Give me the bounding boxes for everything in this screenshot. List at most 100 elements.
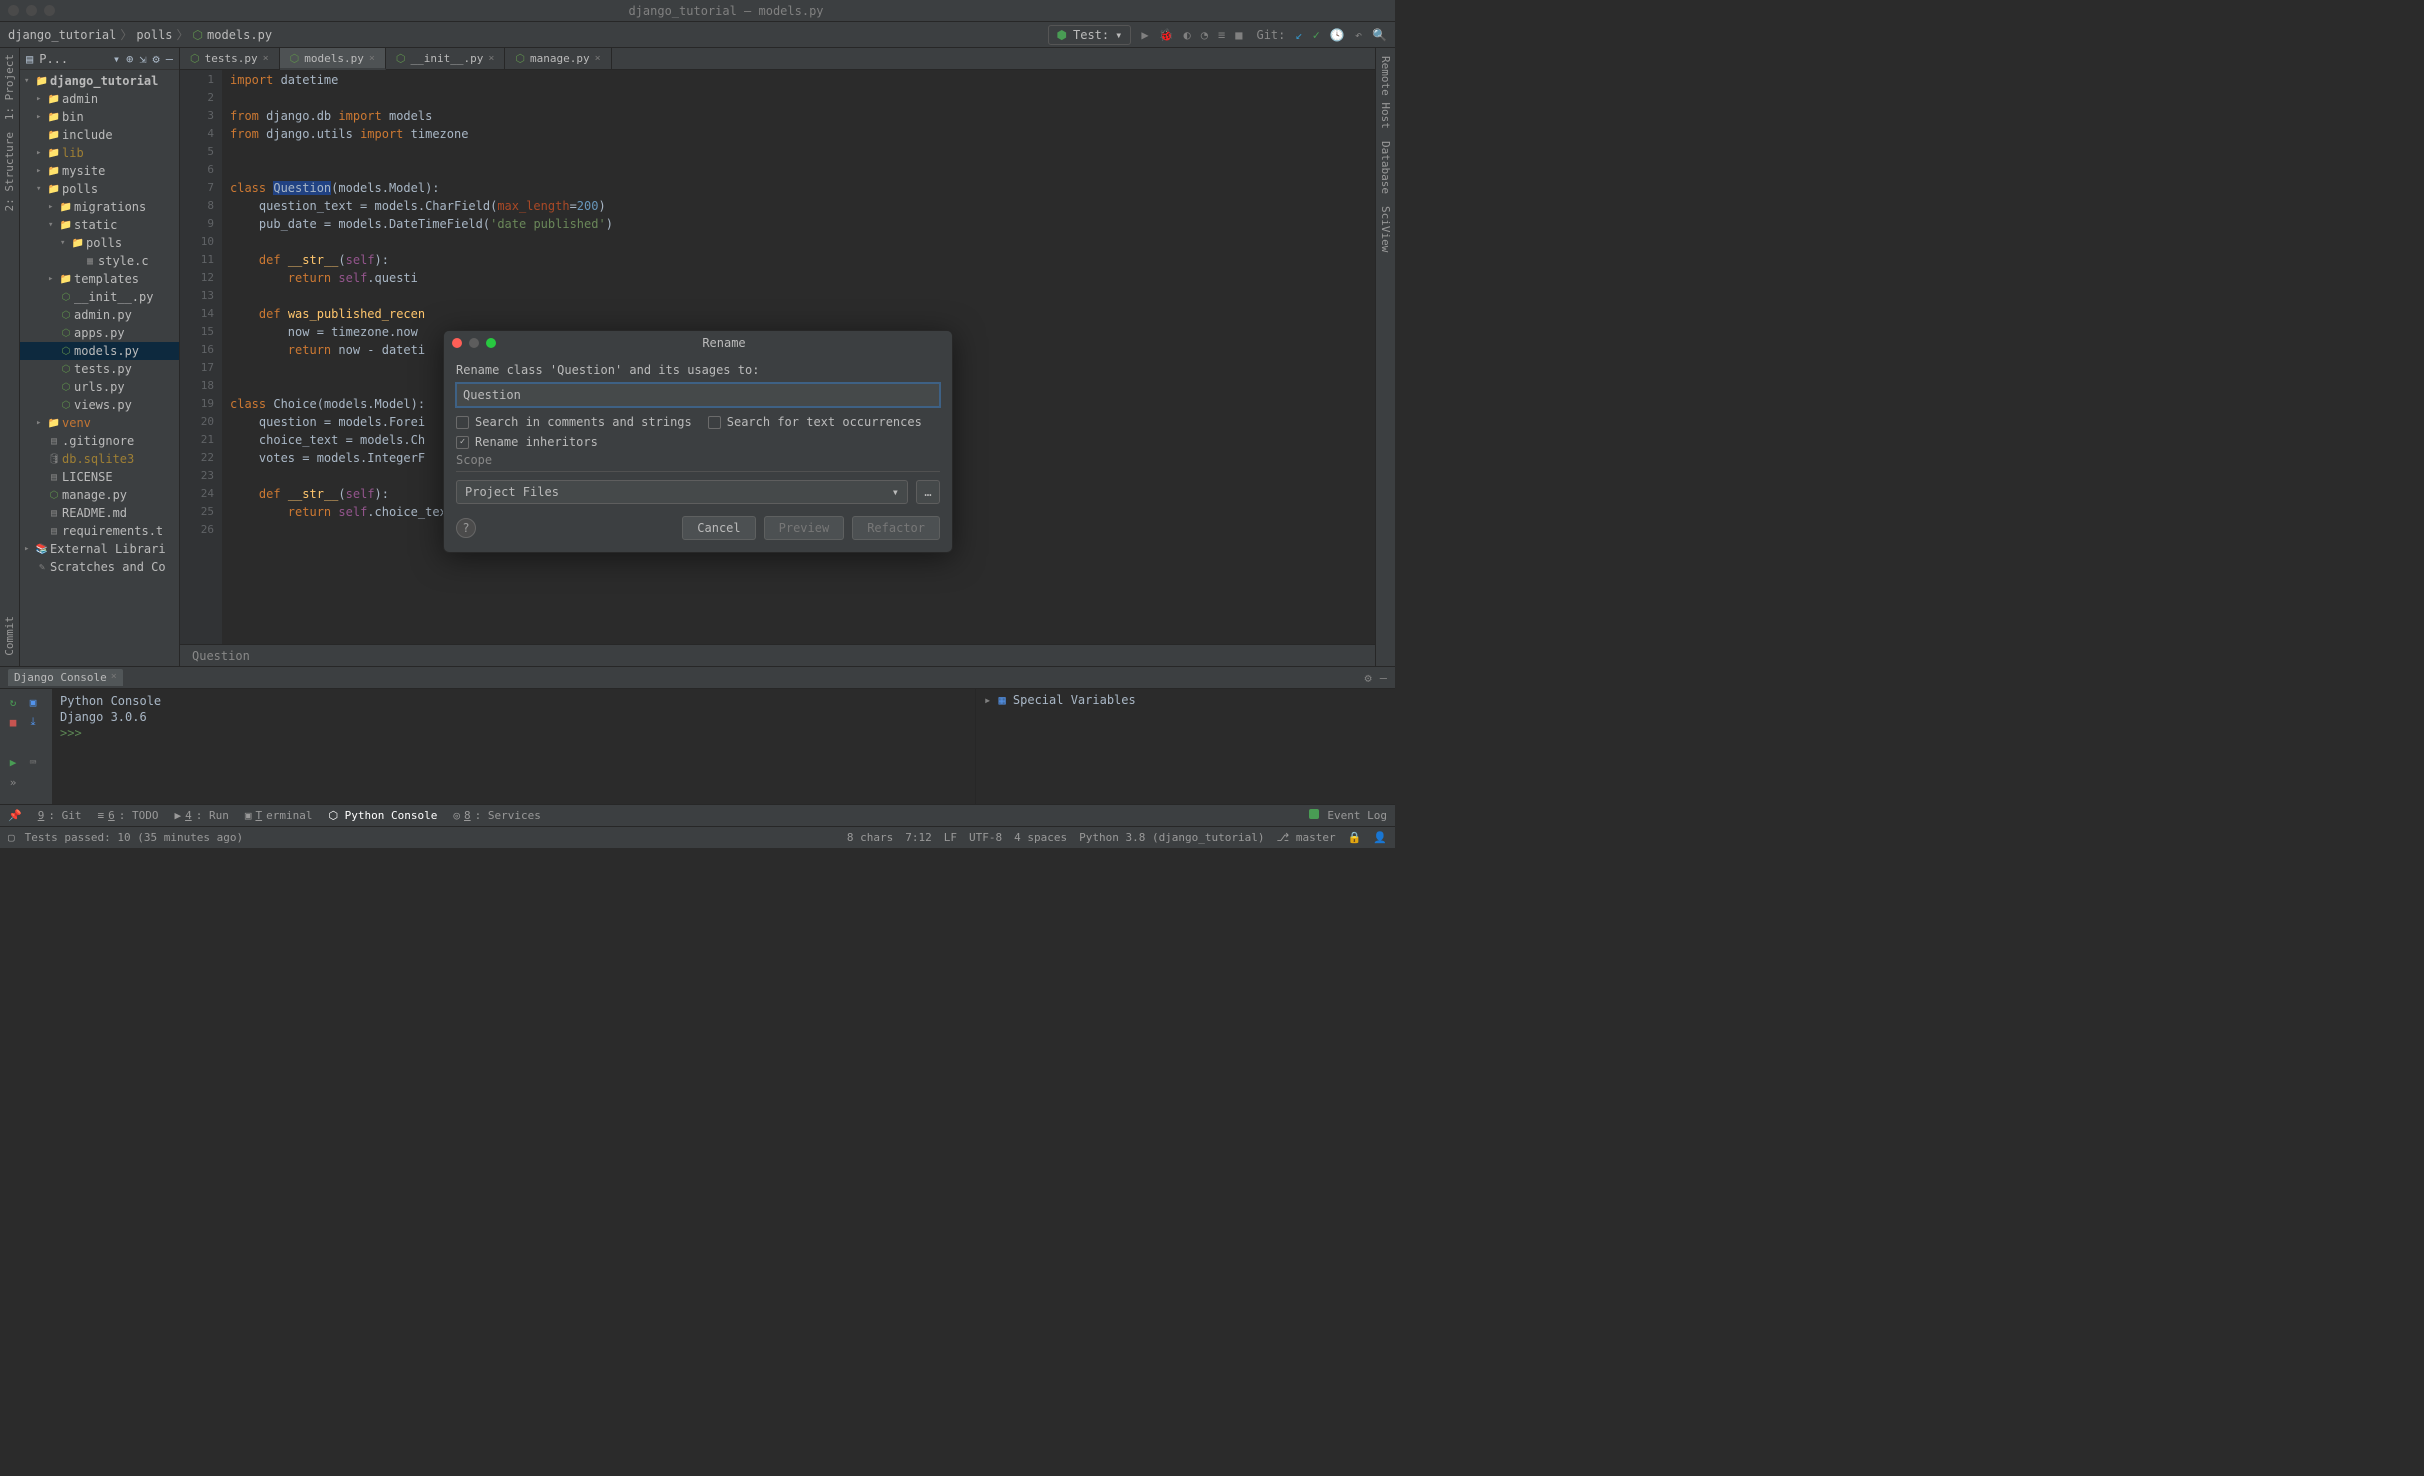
line-number[interactable]: 24: [180, 485, 214, 503]
tree-arrow-icon[interactable]: ▸: [36, 166, 46, 176]
preview-button[interactable]: Preview: [764, 516, 845, 540]
breadcrumb-item[interactable]: django_tutorial: [8, 28, 116, 42]
git-tool-tab[interactable]: 9: Git: [38, 809, 82, 822]
locate-icon[interactable]: ⊕: [126, 52, 133, 66]
tree-row[interactable]: ⬡admin.py: [20, 306, 179, 324]
line-number[interactable]: 4: [180, 125, 214, 143]
tree-row[interactable]: ▤LICENSE: [20, 468, 179, 486]
tree-row[interactable]: ▦style.c: [20, 252, 179, 270]
console-output[interactable]: Python Console Django 3.0.6 >>>: [52, 689, 975, 804]
run-button[interactable]: ▶: [1141, 28, 1148, 42]
line-number[interactable]: 16: [180, 341, 214, 359]
rename-input[interactable]: [456, 383, 940, 407]
maximize-dialog-icon[interactable]: [486, 338, 496, 348]
python-console-tool-tab[interactable]: ⬡ Python Console: [328, 809, 437, 822]
git-rollback-button[interactable]: ↶: [1355, 28, 1362, 42]
tree-row[interactable]: ▸📁templates: [20, 270, 179, 288]
close-dialog-icon[interactable]: [452, 338, 462, 348]
tree-row[interactable]: ▤README.md: [20, 504, 179, 522]
run-tool-tab[interactable]: ▶ 4: Run: [174, 809, 228, 822]
lock-icon[interactable]: 🔒: [1348, 831, 1362, 844]
line-number[interactable]: 22: [180, 449, 214, 467]
tree-row[interactable]: ▸📁admin: [20, 90, 179, 108]
chevron-down-icon[interactable]: ▾: [113, 52, 120, 66]
tree-row[interactable]: ⬡views.py: [20, 396, 179, 414]
tree-arrow-icon[interactable]: ▾: [24, 76, 34, 86]
code-line[interactable]: [230, 287, 1375, 305]
scope-browse-button[interactable]: …: [916, 480, 940, 504]
tree-row[interactable]: ▸📁mysite: [20, 162, 179, 180]
tree-arrow-icon[interactable]: ▸: [48, 202, 58, 212]
tree-row[interactable]: ⬡urls.py: [20, 378, 179, 396]
gear-icon[interactable]: ⚙: [153, 52, 160, 66]
tree-arrow-icon[interactable]: ▸: [36, 94, 46, 104]
console-variables[interactable]: ▸ ▦ Special Variables: [975, 689, 1395, 804]
close-window-icon[interactable]: [8, 5, 19, 16]
tree-row[interactable]: ✎Scratches and Co: [20, 558, 179, 576]
event-log-tab[interactable]: Event Log: [1327, 809, 1387, 822]
tree-arrow-icon[interactable]: ▸: [36, 148, 46, 158]
run-configuration-selector[interactable]: ⬢ Test: ▾: [1048, 25, 1132, 45]
tree-arrow-icon[interactable]: ▾: [48, 220, 58, 230]
line-number[interactable]: 21: [180, 431, 214, 449]
line-number[interactable]: 1: [180, 71, 214, 89]
code-line[interactable]: [230, 161, 1375, 179]
line-number[interactable]: 11: [180, 251, 214, 269]
stop-icon[interactable]: ■: [4, 713, 22, 731]
coverage-button[interactable]: ◐: [1184, 28, 1191, 42]
line-number[interactable]: 7: [180, 179, 214, 197]
tree-row[interactable]: ⬡__init__.py: [20, 288, 179, 306]
status-line-ending[interactable]: LF: [944, 831, 957, 844]
project-panel-title[interactable]: P...: [39, 52, 107, 66]
inspection-icon[interactable]: 👤: [1373, 831, 1387, 844]
tree-row[interactable]: ▸📁lib: [20, 144, 179, 162]
code-line[interactable]: return self.questi: [230, 269, 1375, 287]
code-line[interactable]: question_text = models.CharField(max_len…: [230, 197, 1375, 215]
sciview-tool-tab[interactable]: SciView: [1376, 200, 1395, 258]
line-number[interactable]: 15: [180, 323, 214, 341]
breadcrumb-item[interactable]: polls: [136, 28, 172, 42]
tree-row[interactable]: 📁include: [20, 126, 179, 144]
project-tool-tab[interactable]: 1: Project: [1, 48, 18, 126]
hide-panel-icon[interactable]: —: [166, 52, 173, 66]
tree-arrow-icon[interactable]: ▸: [36, 112, 46, 122]
line-number[interactable]: 26: [180, 521, 214, 539]
line-number[interactable]: 8: [180, 197, 214, 215]
search-comments-checkbox[interactable]: Search in comments and strings: [456, 415, 692, 429]
cancel-button[interactable]: Cancel: [682, 516, 755, 540]
status-encoding[interactable]: UTF-8: [969, 831, 1002, 844]
status-position[interactable]: 7:12: [905, 831, 932, 844]
checkbox-icon[interactable]: [456, 436, 469, 449]
tree-row[interactable]: ⬡tests.py: [20, 360, 179, 378]
dialog-titlebar[interactable]: Rename: [444, 331, 952, 355]
chevron-right-icon[interactable]: ▸: [984, 693, 998, 707]
code-line[interactable]: import datetime: [230, 71, 1375, 89]
git-commit-button[interactable]: ✓: [1313, 28, 1320, 42]
terminal-tool-tab[interactable]: ▣ Terminal: [245, 809, 313, 822]
code-line[interactable]: class Question(models.Model):: [230, 179, 1375, 197]
tree-row[interactable]: ⬡models.py: [20, 342, 179, 360]
line-number[interactable]: 2: [180, 89, 214, 107]
new-console-icon[interactable]: ▣: [24, 693, 42, 711]
code-line[interactable]: pub_date = models.DateTimeField('date pu…: [230, 215, 1375, 233]
line-number[interactable]: 10: [180, 233, 214, 251]
line-number[interactable]: 17: [180, 359, 214, 377]
code-line[interactable]: [230, 143, 1375, 161]
rerun-icon[interactable]: ↻: [4, 693, 22, 711]
tree-arrow-icon[interactable]: ▸: [36, 418, 46, 428]
tree-row[interactable]: ▸📚External Librari: [20, 540, 179, 558]
line-number[interactable]: 6: [180, 161, 214, 179]
database-tool-tab[interactable]: Database: [1376, 135, 1395, 200]
code-line[interactable]: def __str__(self):: [230, 251, 1375, 269]
code-line[interactable]: from django.utils import timezone: [230, 125, 1375, 143]
commit-tool-tab[interactable]: Commit: [1, 610, 18, 662]
traffic-lights[interactable]: [8, 5, 55, 16]
code-line[interactable]: [230, 89, 1375, 107]
execute-icon[interactable]: ▶: [4, 753, 22, 771]
line-number[interactable]: 19: [180, 395, 214, 413]
tree-row[interactable]: ▤requirements.t: [20, 522, 179, 540]
tree-arrow-icon[interactable]: ▾: [36, 184, 46, 194]
minimize-window-icon[interactable]: [26, 5, 37, 16]
code-line[interactable]: def was_published_recen: [230, 305, 1375, 323]
tree-row[interactable]: ▸📁venv: [20, 414, 179, 432]
